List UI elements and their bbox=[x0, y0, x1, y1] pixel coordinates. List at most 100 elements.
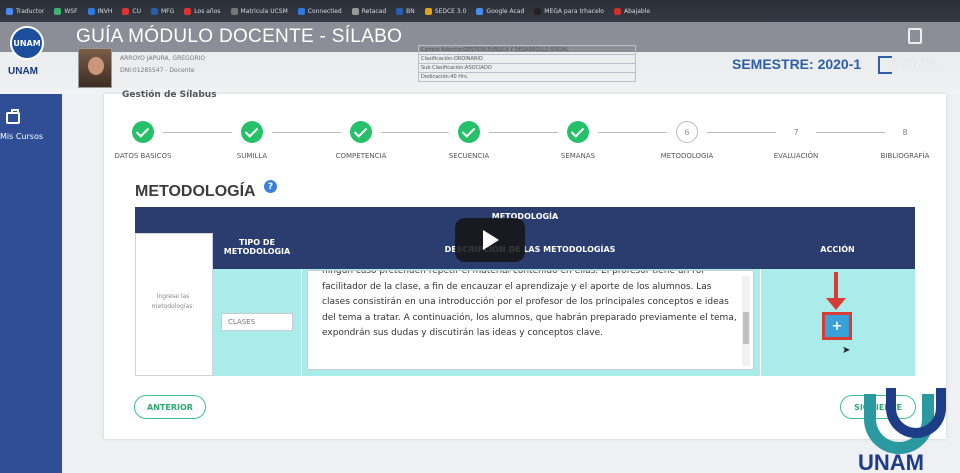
video-title[interactable]: GUÍA MÓDULO DOCENTE - SÍLABO bbox=[76, 26, 402, 48]
unam-watermark: UNAM bbox=[846, 388, 960, 473]
bookmark-item[interactable]: SEDCE 3.0 bbox=[424, 7, 467, 15]
bookmark-favicon-icon bbox=[184, 7, 192, 15]
descripcion-text: ningún caso pretenden repetir el materia… bbox=[322, 270, 737, 338]
bookmark-favicon-icon bbox=[6, 7, 13, 15]
bookmark-favicon-icon bbox=[613, 7, 621, 15]
bookmark-label: MEGA para trhacelo bbox=[544, 7, 604, 15]
info-subclasificacion: Sub Clasificación:ASOCIADO bbox=[418, 63, 636, 73]
bookmark-favicon-icon bbox=[122, 7, 130, 15]
step-7-indicator[interactable]: 7 bbox=[785, 121, 807, 143]
copy-link-button[interactable]: Copy link bbox=[892, 56, 937, 68]
step-connector bbox=[707, 132, 776, 133]
textarea-scroll-thumb[interactable] bbox=[743, 312, 749, 344]
tipo-metodologia-input[interactable]: CLASES bbox=[221, 313, 293, 331]
table-top-label: METODOLOGÍA bbox=[491, 212, 559, 221]
anterior-button[interactable]: ANTERIOR bbox=[134, 395, 206, 419]
bookmark-favicon-icon bbox=[230, 7, 238, 15]
step-connector bbox=[163, 132, 232, 133]
bookmark-label: CU bbox=[132, 7, 141, 15]
bookmark-item[interactable]: INVH bbox=[87, 7, 113, 15]
step-connector bbox=[381, 132, 449, 133]
user-name: ARROYO JAPURA, GREGORIO bbox=[120, 55, 206, 62]
watermark-text: UNAM bbox=[858, 450, 924, 473]
bookmark-label: MFG bbox=[161, 7, 175, 15]
user-dni: DNI:01285547 - Docente bbox=[120, 67, 195, 74]
step-5-indicator[interactable] bbox=[567, 121, 589, 143]
briefcase-icon[interactable] bbox=[6, 109, 20, 124]
info-clasificacion: Clasificación:ORDINARIO bbox=[418, 54, 636, 64]
bookmark-label: INVH bbox=[97, 7, 113, 15]
bookmark-favicon-icon bbox=[476, 7, 484, 15]
bookmark-favicon-icon bbox=[396, 7, 404, 15]
add-metodologia-button[interactable]: + bbox=[822, 312, 852, 340]
bookmark-item[interactable]: Matricula UCSM bbox=[230, 7, 288, 15]
bookmark-label: Los años bbox=[194, 7, 221, 15]
bookmark-item[interactable]: MEGA para trhacelo bbox=[534, 7, 604, 15]
descripcion-textarea[interactable]: ningún caso pretenden repetir el materia… bbox=[307, 270, 754, 370]
bookmark-label: Traductor bbox=[16, 7, 45, 15]
bookmark-favicon-icon bbox=[297, 7, 305, 15]
bookmark-item[interactable]: BN bbox=[396, 7, 415, 15]
step-2-indicator[interactable] bbox=[241, 121, 263, 143]
step-1-label[interactable]: DATOS BASICOS bbox=[98, 152, 188, 160]
teacher-info-table: Carrera Adscrita:GESTION PUBLICA Y DESAR… bbox=[418, 45, 636, 82]
panel-title: Gestión de Sílabus bbox=[122, 90, 217, 100]
bookmark-favicon-icon bbox=[54, 7, 62, 15]
step-1-indicator[interactable] bbox=[132, 121, 154, 143]
copy-icon[interactable] bbox=[908, 28, 922, 44]
bookmark-label: Matricula UCSM bbox=[240, 7, 288, 15]
help-icon[interactable]: ? bbox=[264, 180, 277, 193]
bookmark-item[interactable]: WSF bbox=[54, 7, 78, 15]
bookmark-item[interactable]: CU bbox=[122, 7, 141, 15]
bookmark-item[interactable]: Traductor bbox=[6, 7, 45, 15]
bookmark-label: Retacad bbox=[361, 7, 387, 15]
logout-icon[interactable] bbox=[878, 56, 892, 74]
bookmark-favicon-icon bbox=[424, 7, 432, 15]
bookmark-item[interactable]: Connectied bbox=[297, 7, 342, 15]
bookmark-item[interactable]: Los años bbox=[184, 7, 221, 15]
step-7-label[interactable]: EVALUACIÓN bbox=[751, 152, 841, 160]
play-icon bbox=[483, 230, 499, 250]
table-divider bbox=[301, 269, 302, 376]
step-3-indicator[interactable] bbox=[350, 121, 372, 143]
bookmark-item[interactable]: Google Acad bbox=[476, 7, 525, 15]
step-4-indicator[interactable] bbox=[458, 121, 480, 143]
step-8-indicator[interactable]: 8 bbox=[894, 121, 916, 143]
bookmark-label: Google Acad bbox=[486, 7, 525, 15]
bookmark-label: SEDCE 3.0 bbox=[434, 7, 467, 15]
col-tipo-header: TIPO DE METODOLOGIA bbox=[223, 238, 291, 256]
step-4-label[interactable]: SECUENCIA bbox=[424, 152, 514, 160]
step-5-label[interactable]: SEMANAS bbox=[533, 152, 623, 160]
bookmark-item[interactable]: Abajable bbox=[613, 7, 650, 15]
step-connector bbox=[272, 132, 341, 133]
unam-logo[interactable]: UNAM UNAM bbox=[2, 26, 52, 80]
sidebar bbox=[0, 94, 62, 473]
bookmark-label: BN bbox=[406, 7, 415, 15]
table-divider bbox=[760, 269, 761, 376]
unam-logo-badge: UNAM bbox=[10, 26, 44, 60]
bookmark-label: Connectied bbox=[307, 7, 342, 15]
bookmark-item[interactable]: MFG bbox=[151, 7, 175, 15]
info-dedicacion: Dedicación:40 Hrs. bbox=[418, 72, 636, 82]
sidebar-item-mis-cursos[interactable]: Mis Cursos bbox=[0, 132, 43, 141]
step-connector bbox=[489, 132, 558, 133]
step-6-label[interactable]: METODOLOGIA bbox=[642, 152, 732, 160]
bookmark-favicon-icon bbox=[534, 7, 542, 15]
step-2-label[interactable]: SUMILLA bbox=[207, 152, 297, 160]
bookmark-item[interactable]: Retacad bbox=[351, 7, 387, 15]
red-arrow-head bbox=[826, 298, 846, 310]
avatar bbox=[78, 48, 112, 88]
bookmark-favicon-icon bbox=[351, 7, 359, 15]
bookmark-favicon-icon bbox=[87, 7, 95, 15]
unam-logo-text: UNAM bbox=[8, 66, 38, 77]
step-connector bbox=[598, 132, 667, 133]
cursor-icon: ➤ bbox=[842, 345, 851, 356]
step-connector bbox=[816, 132, 885, 133]
step-3-label[interactable]: COMPETENCIA bbox=[316, 152, 406, 160]
section-title: METODOLOGÍA bbox=[135, 183, 256, 200]
step-8-label[interactable]: BIBLIOGRAFÍA bbox=[860, 152, 950, 160]
col-accion-header: ACCIÓN bbox=[820, 245, 855, 254]
info-carrera: Carrera Adscrita:GESTION PUBLICA Y DESAR… bbox=[418, 45, 636, 55]
col-desc-header: DESCRIPCIÓN DE LAS METODOLOGÍAS bbox=[444, 245, 616, 254]
step-6-indicator[interactable]: 6 bbox=[676, 121, 698, 143]
